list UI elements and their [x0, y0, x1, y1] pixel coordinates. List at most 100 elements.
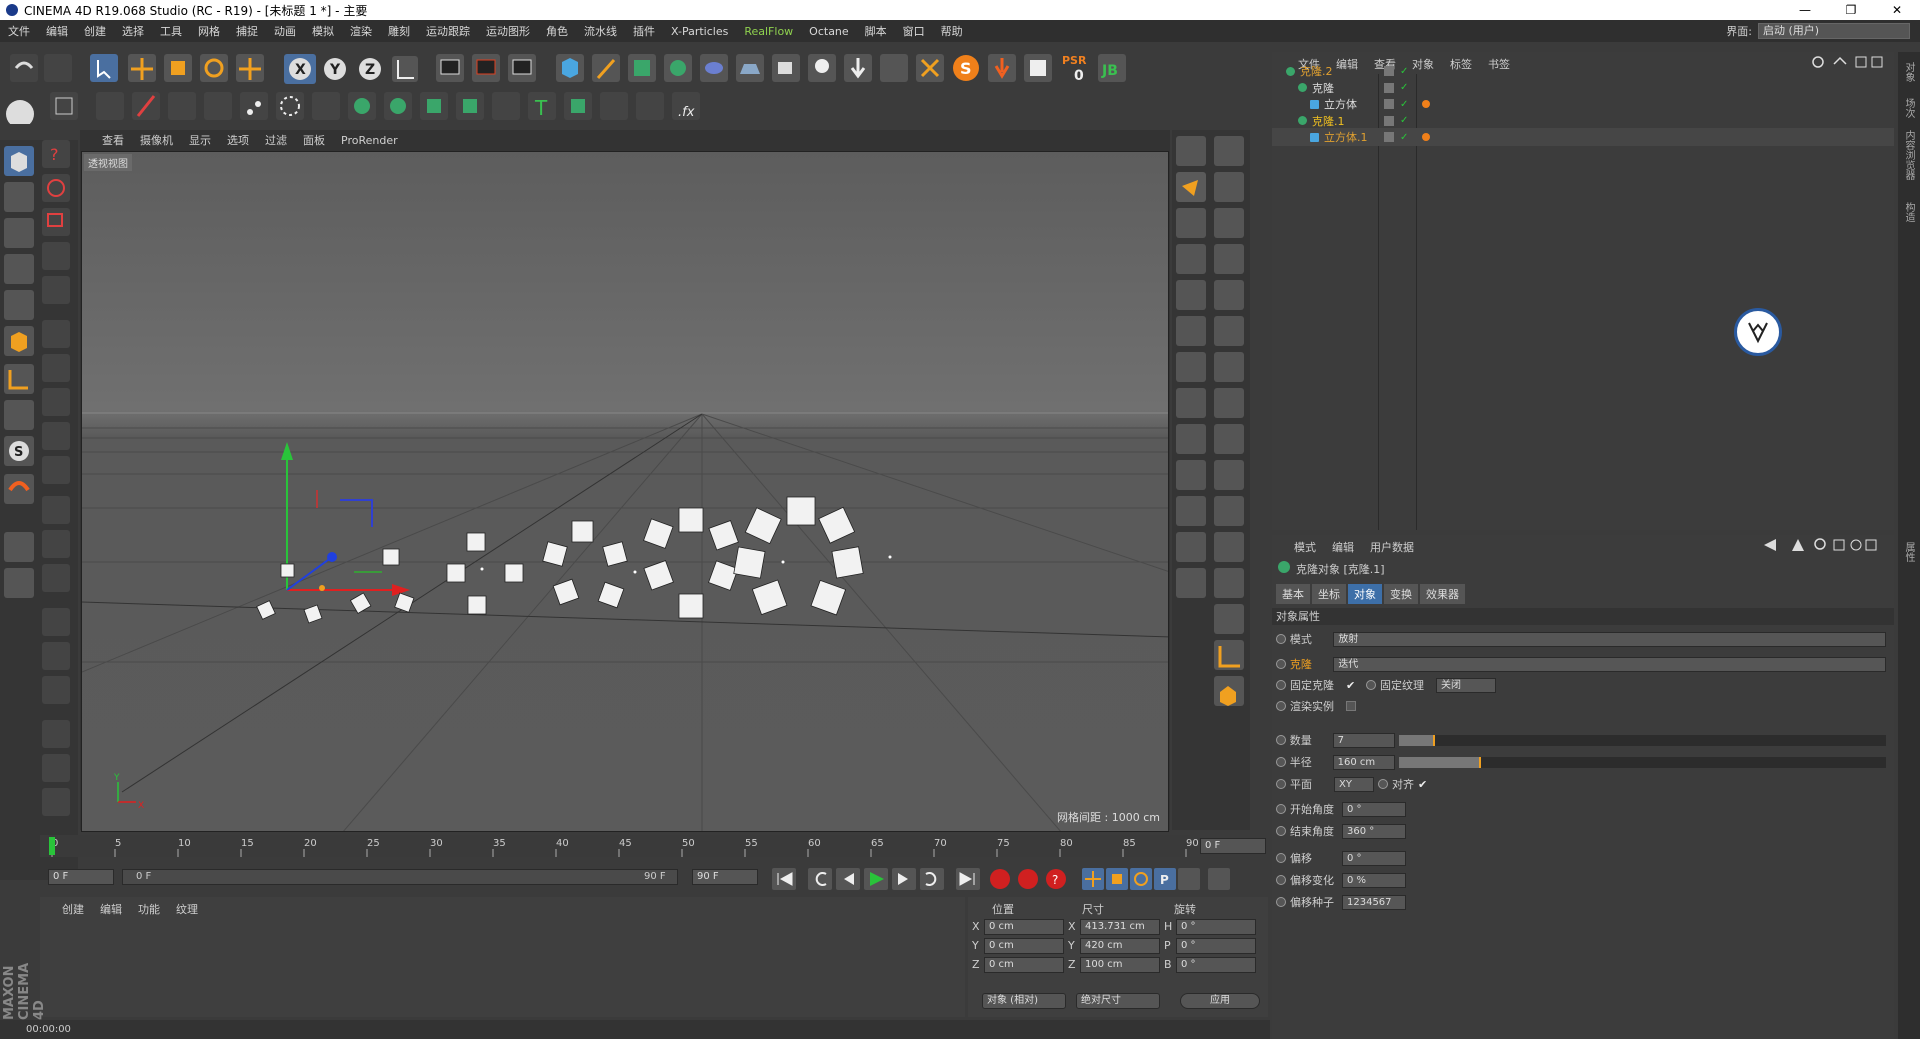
fix-texture-radio[interactable]: [1366, 680, 1376, 690]
offset-seed-input[interactable]: 1234567: [1342, 894, 1406, 910]
playback-controls[interactable]: ? P: [768, 866, 1268, 892]
render-instance-checkbox[interactable]: [1346, 701, 1356, 711]
apply-button[interactable]: 应用: [1180, 993, 1260, 1009]
plane-radio[interactable]: [1276, 779, 1286, 789]
render-instance-radio[interactable]: [1276, 701, 1286, 711]
menu-item[interactable]: 网格: [198, 23, 220, 39]
count-input[interactable]: 7: [1332, 732, 1396, 748]
side-tab-objects[interactable]: 对象: [1901, 62, 1916, 82]
menu-item[interactable]: 创建: [84, 23, 106, 39]
attribute-tab[interactable]: 对象: [1348, 584, 1382, 604]
left-toolbar-icons[interactable]: S ?: [0, 140, 78, 880]
offset-variation-input[interactable]: 0 %: [1342, 872, 1406, 888]
size-input[interactable]: 100 cm: [1080, 957, 1160, 973]
material-menu-item[interactable]: 功能: [138, 901, 160, 917]
plane-dropdown[interactable]: XY: [1334, 776, 1374, 792]
menu-item[interactable]: 动画: [274, 23, 296, 39]
object-row[interactable]: 立方体 ✓: [1272, 95, 1894, 113]
menu-item[interactable]: 雕刻: [388, 23, 410, 39]
offset-seed-radio[interactable]: [1276, 897, 1286, 907]
align-radio[interactable]: [1378, 779, 1388, 789]
rotation-input[interactable]: 0 °: [1176, 919, 1256, 935]
enabled-check-icon[interactable]: ✓: [1400, 66, 1408, 77]
main-toolbar-icons[interactable]: X Y Z S PSR 0 JB: [0, 50, 1270, 86]
menu-item[interactable]: 运动图形: [486, 23, 530, 39]
material-manager[interactable]: 创建 编辑 功能 纹理: [40, 897, 965, 1017]
viewport-menu-item[interactable]: 查看: [102, 132, 124, 148]
tag-icon[interactable]: [1422, 133, 1430, 141]
size-input[interactable]: 420 cm: [1080, 938, 1160, 954]
fix-clone-checkbox[interactable]: ✔: [1346, 679, 1366, 692]
cloned-cubes[interactable]: [256, 496, 864, 624]
fix-clone-radio[interactable]: [1276, 680, 1286, 690]
secondary-toolbar-icons[interactable]: T .fx: [0, 88, 1270, 128]
viewport-menu-item[interactable]: 过滤: [265, 132, 287, 148]
viewport-menu-item[interactable]: 显示: [189, 132, 211, 148]
side-tab-takes[interactable]: 场次: [1901, 98, 1916, 118]
frame-range-slider[interactable]: [122, 869, 678, 885]
menu-item[interactable]: 捕捉: [236, 23, 258, 39]
perspective-viewport[interactable]: 透视视图 Y X 网格间距: 1000 cm: [81, 151, 1169, 832]
position-input[interactable]: 0 cm: [984, 919, 1064, 935]
attribute-menu-item[interactable]: 用户数据: [1370, 539, 1414, 555]
current-frame-field[interactable]: 0 F: [48, 869, 114, 885]
count-slider[interactable]: [1399, 734, 1887, 746]
material-menu-item[interactable]: 编辑: [100, 901, 122, 917]
visibility-toggle-icon[interactable]: [1384, 132, 1394, 142]
position-input[interactable]: 0 cm: [984, 957, 1064, 973]
visibility-toggle-icon[interactable]: [1384, 115, 1394, 126]
enabled-check-icon[interactable]: ✓: [1400, 132, 1408, 143]
attribute-menu-item[interactable]: 模式: [1294, 539, 1316, 555]
viewport-side-icons[interactable]: [1172, 130, 1250, 830]
menu-item[interactable]: RealFlow: [744, 25, 793, 38]
menu-item[interactable]: X-Particles: [671, 25, 728, 38]
object-row[interactable]: 克隆.2 ✓: [1272, 62, 1894, 80]
radius-slider[interactable]: [1399, 756, 1887, 768]
attribute-tab[interactable]: 基本: [1276, 584, 1310, 604]
offset-input[interactable]: 0 °: [1342, 850, 1406, 866]
viewport-menu-item[interactable]: 选项: [227, 132, 249, 148]
side-tab-structure[interactable]: 构造: [1901, 202, 1916, 222]
clone-radio[interactable]: [1276, 659, 1286, 669]
menu-item[interactable]: 窗口: [903, 23, 925, 39]
size-mode-dropdown[interactable]: 绝对尺寸: [1076, 993, 1160, 1009]
tag-icon[interactable]: [1422, 100, 1430, 108]
timeline-ruler[interactable]: 0 5 10 15 20 25 30 35 40 45 50 55 60 65 70 75 80 85 90 0 F: [40, 835, 1270, 857]
fix-texture-dropdown[interactable]: 关闭: [1436, 677, 1496, 693]
enabled-check-icon[interactable]: ✓: [1400, 82, 1408, 93]
menu-item[interactable]: 选择: [122, 23, 144, 39]
end-frame-field[interactable]: 90 F: [692, 869, 758, 885]
attribute-tab[interactable]: 变换: [1384, 584, 1418, 604]
clone-dropdown[interactable]: 迭代: [1333, 656, 1886, 672]
menu-item[interactable]: 流水线: [584, 23, 617, 39]
radius-radio[interactable]: [1276, 757, 1286, 767]
menu-item[interactable]: 编辑: [46, 23, 68, 39]
object-row[interactable]: 克隆 ✓: [1272, 79, 1894, 97]
timeline-end-field[interactable]: 0 F: [1200, 838, 1266, 854]
timeline-ticks[interactable]: 0 5 10 15 20 25 30 35 40 45 50 55 60 65 70 75 80 85 90: [40, 835, 1270, 857]
start-angle-radio[interactable]: [1276, 804, 1286, 814]
enabled-check-icon[interactable]: ✓: [1400, 99, 1408, 110]
count-radio[interactable]: [1276, 735, 1286, 745]
menu-item[interactable]: 插件: [633, 23, 655, 39]
menu-item[interactable]: 工具: [160, 23, 182, 39]
side-tab-attributes[interactable]: 属性: [1901, 542, 1916, 562]
rotation-input[interactable]: 0 °: [1176, 938, 1256, 954]
menu-item[interactable]: 文件: [8, 23, 30, 39]
enabled-check-icon[interactable]: ✓: [1400, 115, 1408, 126]
side-tab-content-browser[interactable]: 内容浏览器: [1901, 130, 1916, 180]
offset-radio[interactable]: [1276, 853, 1286, 863]
menu-item[interactable]: 模拟: [312, 23, 334, 39]
viewport-menu-item[interactable]: ProRender: [341, 134, 398, 147]
move-gizmo[interactable]: [281, 442, 410, 596]
attribute-toolbar-icons[interactable]: [1760, 537, 1890, 553]
align-checkbox[interactable]: ✔: [1418, 778, 1427, 791]
mode-dropdown[interactable]: 放射: [1333, 631, 1886, 647]
material-menu-item[interactable]: 创建: [62, 901, 84, 917]
visibility-toggle-icon[interactable]: [1384, 82, 1394, 93]
position-input[interactable]: 0 cm: [984, 938, 1064, 954]
end-angle-input[interactable]: 360 °: [1342, 823, 1406, 839]
minimize-button[interactable]: —: [1782, 0, 1828, 20]
menu-item[interactable]: 运动跟踪: [426, 23, 470, 39]
menu-item[interactable]: 帮助: [941, 23, 963, 39]
